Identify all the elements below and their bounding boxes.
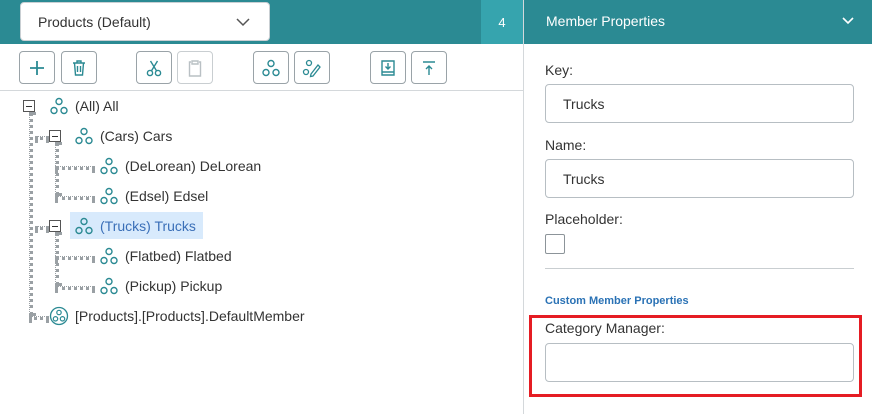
member-properties-panel: Member Properties Key: Name: Placeholder… <box>523 0 872 414</box>
dimension-select[interactable]: Products (Default) <box>20 2 270 41</box>
hierarchy-icon <box>50 97 68 114</box>
hierarchy-icon <box>262 59 280 76</box>
plus-icon <box>30 60 44 75</box>
add-hierarchy-button[interactable] <box>253 51 289 84</box>
key-label: Key: <box>545 62 574 78</box>
tree-connector <box>29 112 33 316</box>
tree-node-label: (Cars) Cars <box>100 127 173 144</box>
scissors-icon <box>146 60 162 76</box>
member-properties-header[interactable]: Member Properties <box>524 0 872 44</box>
panel-title: Member Properties <box>546 13 666 29</box>
collapse-cars-toggle[interactable] <box>49 130 61 142</box>
tree-node-label: (Edsel) Edsel <box>125 187 209 204</box>
export-button[interactable] <box>411 51 447 84</box>
chevron-down-icon <box>842 17 854 25</box>
default-member-icon <box>49 306 69 325</box>
key-input[interactable] <box>545 84 854 123</box>
tree-connector <box>55 166 95 170</box>
import-button[interactable] <box>370 51 406 84</box>
member-tree-pane: Products (Default) 4 (All) All (Cars) Ca… <box>0 0 523 414</box>
tree-connector <box>35 136 49 140</box>
tree-node-all[interactable]: (All) All <box>45 92 123 119</box>
hierarchy-icon <box>75 127 93 144</box>
paste-member-button[interactable] <box>177 51 213 84</box>
chevron-down-icon <box>236 18 250 27</box>
tree-connector <box>35 226 49 230</box>
category-manager-input[interactable] <box>545 343 854 382</box>
tree-node-label: (Pickup) Pickup <box>125 277 223 294</box>
category-manager-label: Category Manager: <box>545 320 665 336</box>
tree-node-label: (DeLorean) DeLorean <box>125 157 262 174</box>
custom-properties-section-title: Custom Member Properties <box>545 295 689 307</box>
divider <box>545 268 854 269</box>
tree-toolbar <box>0 44 523 91</box>
app-root: Products (Default) 4 (All) All (Cars) Ca… <box>0 0 872 414</box>
tree-node-pickup[interactable]: (Pickup) Pickup <box>95 272 226 299</box>
tree-node-flatbed[interactable]: (Flatbed) Flatbed <box>95 242 236 269</box>
hierarchy-edit-icon <box>302 59 321 77</box>
delete-member-button[interactable] <box>61 51 97 84</box>
tree-node-edsel[interactable]: (Edsel) Edsel <box>95 182 212 209</box>
placeholder-label: Placeholder: <box>545 211 623 227</box>
placeholder-checkbox[interactable] <box>545 234 565 254</box>
import-icon <box>381 59 395 76</box>
name-label: Name: <box>545 137 587 153</box>
tree-node-trucks[interactable]: (Trucks) Trucks <box>70 212 203 239</box>
hierarchy-icon <box>100 247 118 264</box>
collapse-trucks-toggle[interactable] <box>49 220 61 232</box>
tree-connector <box>55 286 95 290</box>
hierarchy-icon <box>100 187 118 204</box>
tree-node-label: (Trucks) Trucks <box>100 217 196 234</box>
tree-node-label: (All) All <box>75 97 119 114</box>
tree-node-delorean[interactable]: (DeLorean) DeLorean <box>95 152 265 179</box>
tree-connector <box>55 196 95 200</box>
add-member-button[interactable] <box>19 51 55 84</box>
tree-pane-header: Products (Default) 4 <box>0 0 523 44</box>
name-input[interactable] <box>545 159 854 198</box>
tree-node-label: [Products].[Products].DefaultMember <box>75 307 305 324</box>
hierarchy-icon <box>100 157 118 174</box>
tree-connector <box>55 256 95 260</box>
collapse-all-toggle[interactable] <box>23 100 35 112</box>
tree-node-cars[interactable]: (Cars) Cars <box>70 122 176 149</box>
clipboard-icon <box>188 59 202 77</box>
cut-member-button[interactable] <box>136 51 172 84</box>
edit-hierarchy-button[interactable] <box>294 51 330 84</box>
export-icon <box>423 60 435 75</box>
hierarchy-icon <box>75 217 93 234</box>
dimension-select-value: Products (Default) <box>38 14 151 30</box>
tree-node-label: (Flatbed) Flatbed <box>125 247 232 264</box>
trash-icon <box>73 59 85 76</box>
member-tree: (All) All (Cars) Cars (DeLorean) DeLorea… <box>0 92 523 414</box>
member-count-badge: 4 <box>481 0 523 44</box>
tree-node-default-member[interactable]: [Products].[Products].DefaultMember <box>45 302 309 329</box>
hierarchy-icon <box>100 277 118 294</box>
